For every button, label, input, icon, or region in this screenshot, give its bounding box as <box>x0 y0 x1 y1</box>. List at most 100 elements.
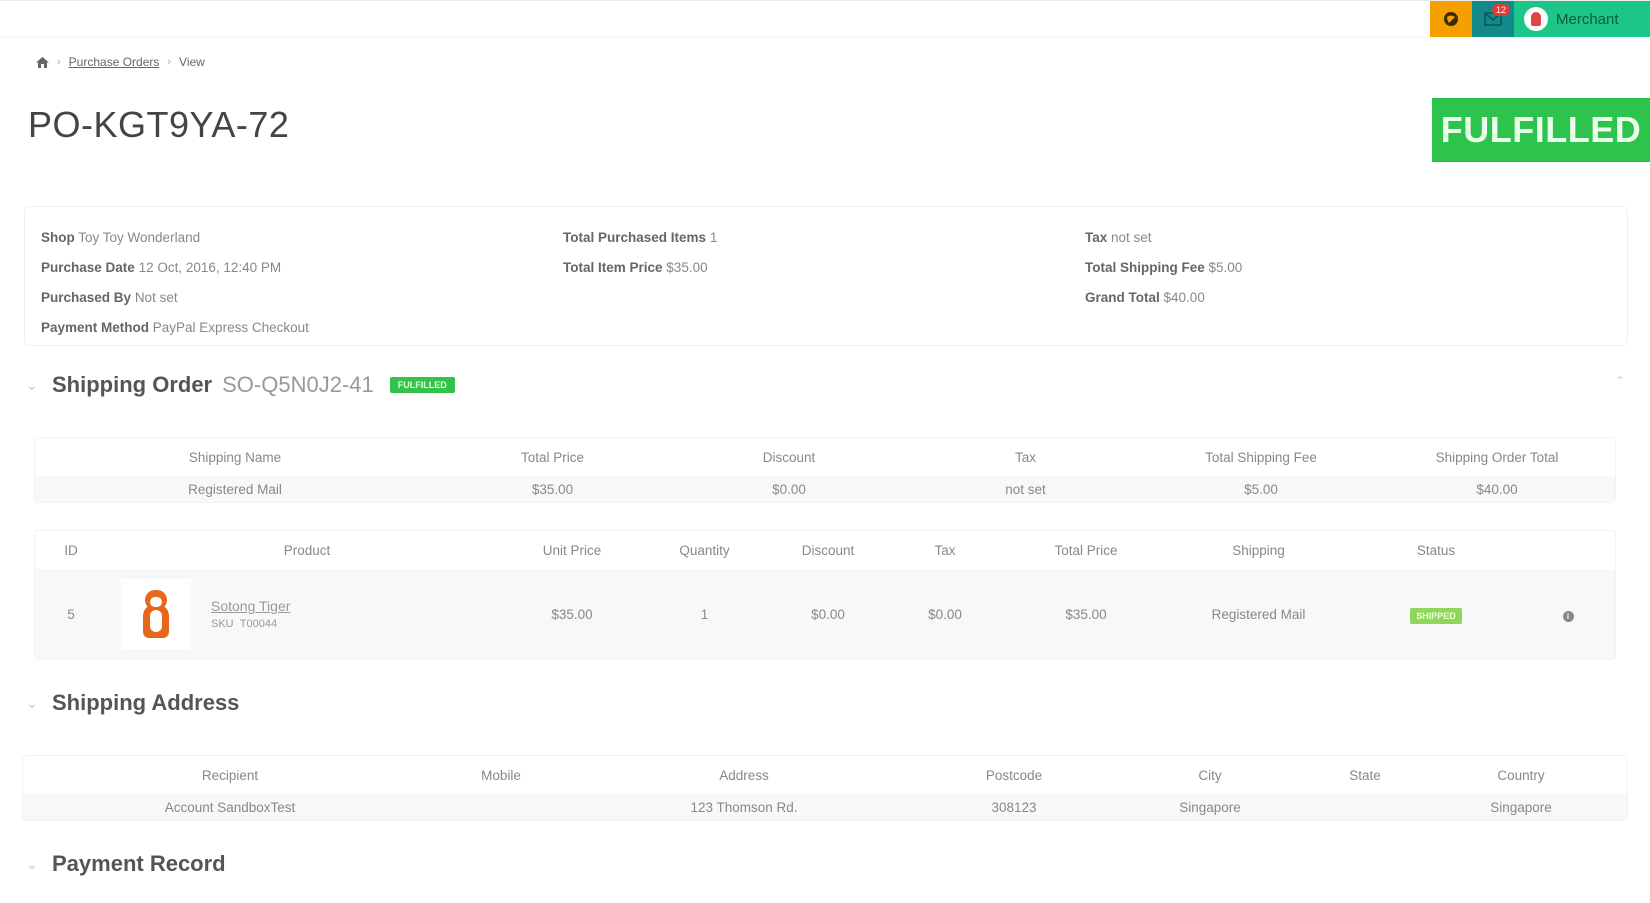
col-header: Shipping Name <box>188 449 282 465</box>
cell-city: Singapore <box>1179 799 1241 815</box>
col-header: Status <box>1416 542 1456 558</box>
shipping-order-header[interactable]: ⌄ Shipping Order SO-Q5N0J2-41 FULFILLED <box>26 372 455 398</box>
summary-column-2: Total Purchased Items 1 Total Item Price… <box>563 223 717 283</box>
cell-tax: not set <box>1005 481 1046 497</box>
chevron-down-icon[interactable]: ⌄ <box>26 856 44 873</box>
cell-recipient: Account SandboxTest <box>164 799 296 815</box>
cell-shipping-fee: $5.00 <box>1244 481 1278 497</box>
breadcrumb: › Purchase Orders › View <box>36 55 205 69</box>
page-title: PO-KGT9YA-72 <box>28 104 290 145</box>
col-header: Postcode <box>985 767 1043 783</box>
section-title: Payment Record <box>52 851 226 876</box>
col-header: Quantity <box>679 542 730 558</box>
col-header: Total Price <box>520 449 585 465</box>
col-header: Total Price <box>1054 542 1118 558</box>
col-header: Total Shipping Fee <box>1205 449 1317 465</box>
table-row: Registered Mail $35.00 $0.00 not set $5.… <box>35 476 1615 502</box>
cell-postcode: 308123 <box>991 799 1037 815</box>
chevron-up-icon[interactable]: ⌃ <box>1615 374 1625 388</box>
cell-country: Singapore <box>1490 799 1552 815</box>
col-header <box>1521 531 1615 569</box>
col-header: Country <box>1497 767 1545 783</box>
summary-column-3: Tax not set Total Shipping Fee $5.00 Gra… <box>1085 223 1242 313</box>
cell-tax: $0.00 <box>928 606 962 622</box>
product-link[interactable]: Sotong Tiger <box>211 598 290 614</box>
col-header: Discount <box>762 449 816 465</box>
table-header-row: Recipient Mobile Address Postcode City S… <box>23 756 1627 794</box>
cell-status: SHIPPED <box>1351 569 1521 659</box>
cell-product: Sotong Tiger SKU T00044 <box>107 569 507 659</box>
cell-unit-price: $35.00 <box>551 606 593 622</box>
top-bar-actions: 12 Merchant <box>1430 1 1650 37</box>
order-status-badge: FULFILLED <box>1432 98 1650 162</box>
summary-total-item-price: Total Item Price $35.00 <box>563 260 708 275</box>
section-title: Shipping Order <box>52 372 213 397</box>
col-header: Mobile <box>481 767 521 783</box>
home-icon[interactable] <box>36 56 49 68</box>
globe-icon <box>1444 12 1458 26</box>
section-title: Shipping Address <box>52 690 240 715</box>
messages-count-badge: 12 <box>1492 4 1511 16</box>
shipping-order-id: SO-Q5N0J2-41 <box>222 372 374 397</box>
messages-button[interactable]: 12 <box>1472 1 1514 37</box>
cell-total-price: $35.00 <box>531 481 574 497</box>
cell-state <box>1315 794 1415 820</box>
product-image[interactable] <box>121 579 191 649</box>
language-button[interactable] <box>1430 1 1472 37</box>
shipping-summary-table: Shipping Name Total Price Discount Tax T… <box>35 438 1615 502</box>
cell-shipping: Registered Mail <box>1211 606 1306 622</box>
summary-payment-method: Payment Method PayPal Express Checkout <box>41 320 309 335</box>
table-row: Account SandboxTest 123 Thomson Rd. 3081… <box>23 794 1627 820</box>
logo-area <box>10 1 136 35</box>
summary-purchased-by: Purchased By Not set <box>41 290 178 305</box>
cell-total-price: $35.00 <box>1065 606 1107 622</box>
cell-order-total: $40.00 <box>1476 481 1518 497</box>
cell-discount: $0.00 <box>772 481 806 497</box>
payment-record-header[interactable]: ⌄ Payment Record <box>26 851 226 877</box>
summary-shipping-fee: Total Shipping Fee $5.00 <box>1085 260 1243 275</box>
col-header: Product <box>283 542 331 558</box>
summary-grand-total: Grand Total $40.00 <box>1085 290 1205 305</box>
table-header-row: ID Product Unit Price Quantity Discount … <box>35 531 1615 569</box>
breadcrumb-separator: › <box>57 56 61 68</box>
cell-id: 5 <box>67 606 75 622</box>
col-header: Shipping <box>1232 542 1285 558</box>
item-status-badge: SHIPPED <box>1410 607 1462 624</box>
col-header: Address <box>719 767 769 783</box>
user-menu[interactable]: Merchant <box>1514 1 1650 37</box>
col-header: Shipping Order Total <box>1435 449 1559 465</box>
order-summary-card: Shop Toy Toy Wonderland Purchase Date 12… <box>24 206 1628 346</box>
user-name: Merchant <box>1556 10 1619 28</box>
info-icon[interactable]: i <box>1562 610 1574 622</box>
col-header: Tax <box>934 542 956 558</box>
col-header: City <box>1198 767 1222 783</box>
tiger-plush-icon <box>139 588 173 640</box>
items-table-wrap: ID Product Unit Price Quantity Discount … <box>34 530 1616 660</box>
address-table: Recipient Mobile Address Postcode City S… <box>23 756 1627 820</box>
summary-purchase-date: Purchase Date 12 Oct, 2016, 12:40 PM <box>41 260 282 275</box>
breadcrumb-purchase-orders[interactable]: Purchase Orders <box>69 55 160 69</box>
col-header: Recipient <box>201 767 259 783</box>
col-header: State <box>1349 767 1381 783</box>
avatar <box>1524 7 1548 31</box>
cell-actions: i <box>1521 569 1615 659</box>
col-header: ID <box>64 542 78 558</box>
table-header-row: Shipping Name Total Price Discount Tax T… <box>35 438 1615 476</box>
summary-shop: Shop Toy Toy Wonderland <box>41 230 201 245</box>
chevron-down-icon[interactable]: ⌄ <box>26 695 44 712</box>
summary-tax: Tax not set <box>1085 230 1152 245</box>
summary-column-1: Shop Toy Toy Wonderland Purchase Date 12… <box>41 223 309 343</box>
product-sku: SKU T00044 <box>211 618 278 630</box>
breadcrumb-separator: › <box>167 56 172 68</box>
col-header: Discount <box>801 542 855 558</box>
shipping-summary-table-wrap: Shipping Name Total Price Discount Tax T… <box>34 437 1616 503</box>
cell-mobile <box>437 794 565 820</box>
cell-address: 123 Thomson Rd. <box>690 799 798 815</box>
col-header: Unit Price <box>542 542 602 558</box>
chevron-down-icon[interactable]: ⌄ <box>26 377 44 394</box>
shipping-address-header[interactable]: ⌄ Shipping Address <box>26 690 239 716</box>
breadcrumb-current: View <box>179 55 205 69</box>
shipping-order-status-badge: FULFILLED <box>389 377 455 393</box>
table-row: 5 Sotong Tiger SKU T00044 $35.00 1 $0.00 <box>35 569 1615 659</box>
address-table-wrap: Recipient Mobile Address Postcode City S… <box>22 755 1628 821</box>
